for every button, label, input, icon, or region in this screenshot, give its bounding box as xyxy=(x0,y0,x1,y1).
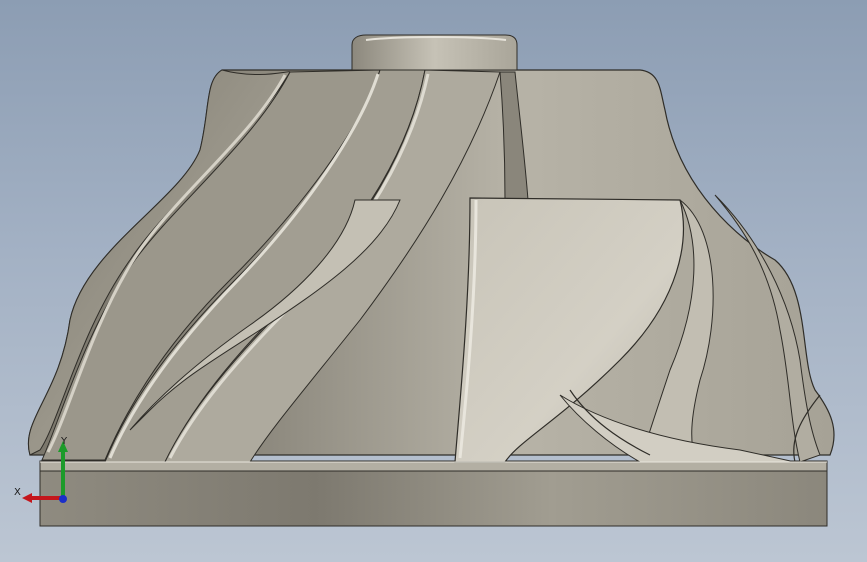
hub-nose xyxy=(351,34,518,71)
z-axis-dot xyxy=(59,495,67,503)
coordinate-triad: X Y xyxy=(14,436,68,503)
x-axis-label: X xyxy=(14,487,21,498)
base-plate xyxy=(39,469,828,527)
impeller-model[interactable] xyxy=(0,0,867,562)
cad-viewport[interactable]: X Y xyxy=(0,0,867,562)
y-axis-label: Y xyxy=(60,436,68,447)
x-axis-arrow xyxy=(22,493,32,503)
